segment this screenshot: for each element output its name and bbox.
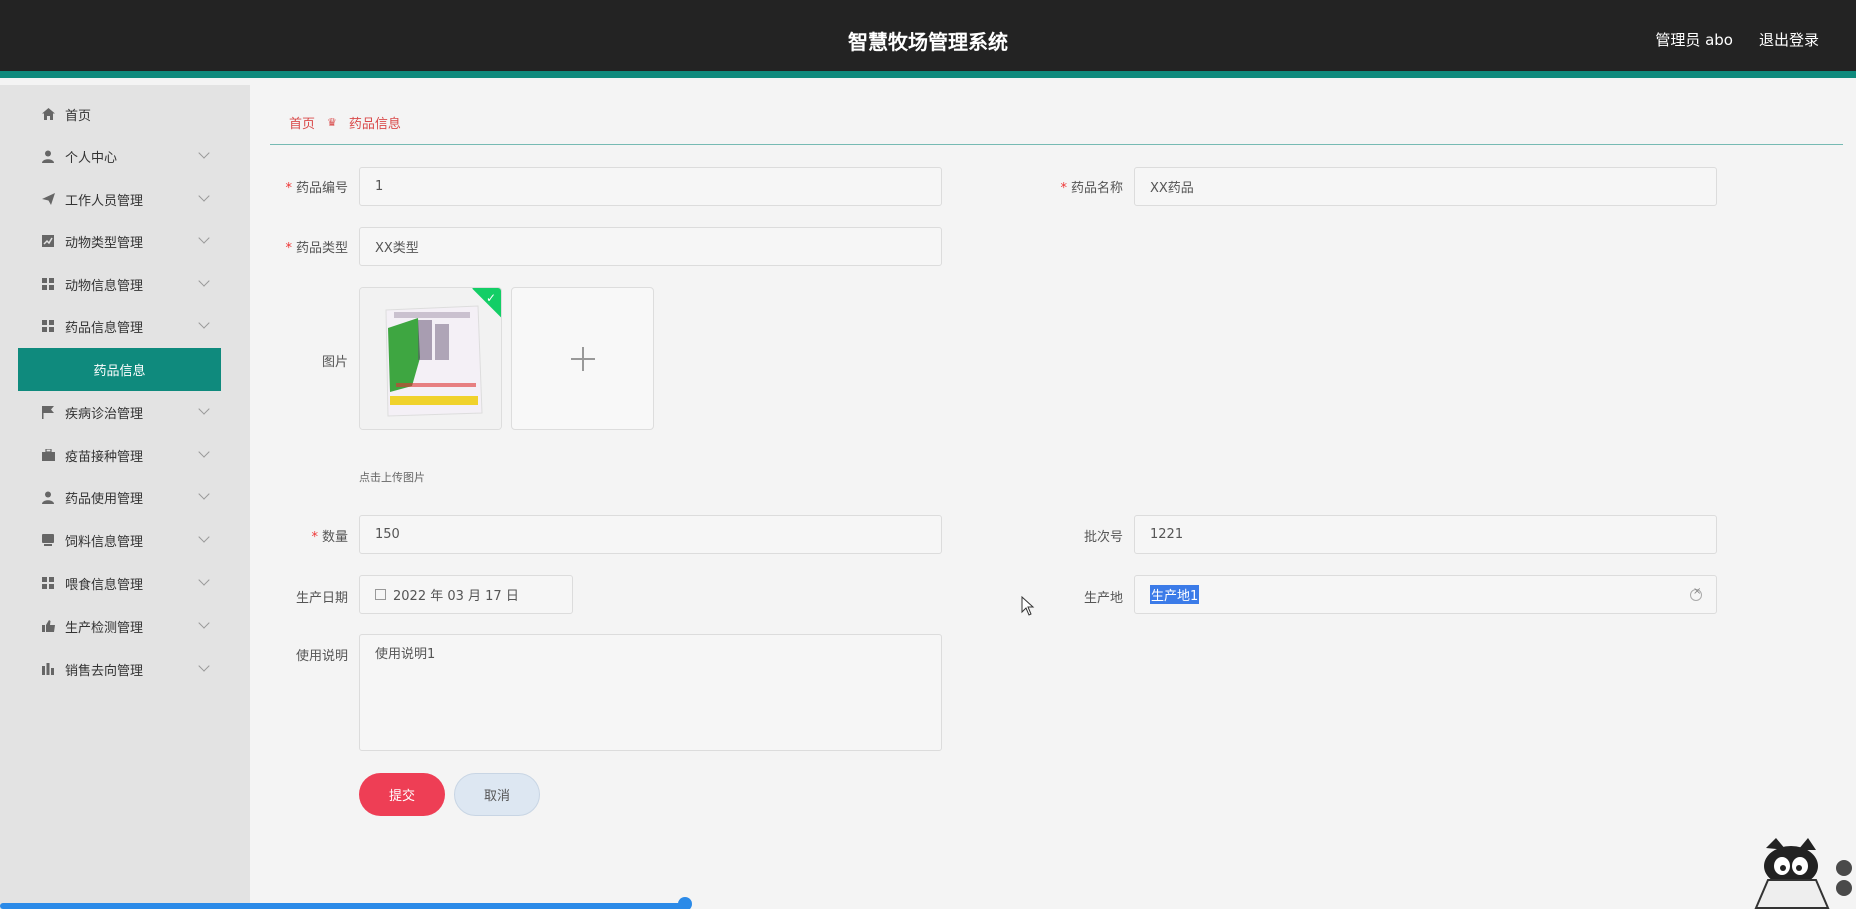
sidebar-item-label: 饲料信息管理 — [65, 534, 144, 550]
user-icon — [41, 490, 55, 504]
sidebar-item-label: 药品信息管理 — [65, 320, 144, 336]
sidebar-item-label: 个人中心 — [65, 150, 118, 166]
medicine-box-image — [360, 288, 501, 429]
scroll-progress-handle[interactable] — [678, 897, 692, 909]
chevron-down-icon — [198, 660, 210, 672]
flag-icon — [41, 405, 55, 419]
sidebar-item-label: 首页 — [65, 108, 92, 124]
top-bar: 智慧牧场管理系统 管理员 abo 退出登录 — [0, 0, 1856, 78]
user-icon — [41, 149, 55, 163]
date-label: 生产日期 — [295, 591, 348, 606]
chevron-down-icon — [198, 232, 210, 244]
check-icon: ✓ — [485, 291, 496, 305]
chevron-down-icon — [198, 403, 210, 415]
sidebar-item-animal-type[interactable]: 动物类型管理 — [0, 220, 250, 262]
qty-label: * 数量 — [311, 530, 348, 545]
code-input[interactable]: 1 — [359, 167, 942, 206]
briefcase-icon — [41, 448, 55, 462]
origin-value: 生产地1 — [1150, 585, 1200, 604]
submit-button[interactable]: 提交 — [359, 773, 445, 816]
grid-icon — [41, 277, 55, 291]
plus-icon — [570, 346, 595, 371]
type-input[interactable]: XX类型 — [359, 227, 942, 266]
mouse-cursor-icon — [1021, 596, 1035, 616]
name-label: * 药品名称 — [1060, 181, 1123, 196]
sidebar-item-label: 动物信息管理 — [65, 278, 144, 294]
sidebar-item-label: 销售去向管理 — [65, 663, 144, 679]
chevron-down-icon — [198, 190, 210, 202]
grid-icon — [41, 319, 55, 333]
qty-input[interactable]: 150 — [359, 515, 942, 554]
home-icon — [41, 107, 55, 121]
thumb-icon — [41, 619, 55, 633]
admin-user: 管理员 abo — [1655, 31, 1733, 49]
code-label: * 药品编号 — [285, 181, 348, 196]
upload-button[interactable] — [511, 287, 654, 430]
mascot-cat-icon — [1754, 838, 1852, 909]
image-label: 图片 — [321, 355, 348, 370]
origin-input[interactable]: 生产地1 — [1134, 575, 1717, 614]
chevron-down-icon — [198, 488, 210, 500]
usage-label: 使用说明 — [295, 649, 348, 664]
sidebar-item-disease[interactable]: 疾病诊治管理 — [0, 391, 250, 433]
breadcrumb-home[interactable]: 首页 — [289, 113, 315, 132]
sidebar-item-label: 动物类型管理 — [65, 235, 144, 251]
sidebar-item-animal-info[interactable]: 动物信息管理 — [0, 263, 250, 305]
sidebar-subitem-medicine[interactable]: 药品信息 — [18, 348, 221, 391]
required-mark: * — [1060, 181, 1067, 196]
calendar-icon — [375, 589, 386, 600]
chevron-down-icon — [198, 617, 210, 629]
app-title: 智慧牧场管理系统 — [848, 30, 1008, 54]
breadcrumb-current: 药品信息 — [348, 117, 401, 132]
sidebar-item-label: 喂食信息管理 — [65, 577, 144, 593]
sidebar-item-vaccine[interactable]: 疫苗接种管理 — [0, 434, 250, 476]
date-value: 2022 年 03 月 17 日 — [393, 589, 519, 604]
breadcrumb-separator-icon: ♛ — [327, 116, 337, 129]
chevron-down-icon — [198, 531, 210, 543]
chevron-down-icon — [198, 275, 210, 287]
sidebar-item-feed[interactable]: 饲料信息管理 — [0, 519, 250, 561]
logout-link[interactable]: 退出登录 — [1759, 29, 1819, 50]
breadcrumb-divider — [270, 144, 1843, 145]
sidebar-item-label: 药品使用管理 — [65, 491, 144, 507]
required-mark: * — [285, 181, 292, 196]
chevron-down-icon — [198, 147, 210, 159]
sidebar-item-medicine-info[interactable]: 药品信息管理 — [0, 305, 250, 347]
chevron-down-icon — [198, 446, 210, 458]
sidebar-item-feeding[interactable]: 喂食信息管理 — [0, 562, 250, 604]
usage-textarea[interactable]: 使用说明1 — [359, 634, 942, 751]
scroll-progress-bar[interactable] — [0, 903, 688, 909]
clear-icon[interactable] — [1690, 586, 1702, 601]
date-picker[interactable]: 2022 年 03 月 17 日 — [359, 575, 573, 614]
batch-label: 批次号 — [1083, 530, 1123, 545]
sidebar-item-personal-center[interactable]: 个人中心 — [0, 135, 250, 177]
sidebar-item-production-test[interactable]: 生产检测管理 — [0, 605, 250, 647]
send-icon — [41, 192, 55, 206]
required-mark: * — [311, 530, 318, 545]
sidebar-item-label: 疾病诊治管理 — [65, 406, 144, 422]
box-icon — [41, 533, 55, 547]
chevron-down-icon — [198, 317, 210, 329]
chart-icon — [41, 234, 55, 248]
grid-icon — [41, 576, 55, 590]
type-label: * 药品类型 — [285, 241, 348, 256]
sidebar-item-label: 生产检测管理 — [65, 620, 144, 636]
sidebar-item-sales[interactable]: 销售去向管理 — [0, 648, 250, 690]
sidebar-item-label: 工作人员管理 — [65, 193, 144, 209]
chevron-down-icon — [198, 574, 210, 586]
uploaded-image[interactable]: ✓ — [359, 287, 502, 430]
sidebar-item-label: 疫苗接种管理 — [65, 449, 144, 465]
sidebar-item-staff[interactable]: 工作人员管理 — [0, 178, 250, 220]
batch-input[interactable]: 1221 — [1134, 515, 1717, 554]
bar-icon — [41, 662, 55, 676]
cancel-button[interactable]: 取消 — [454, 773, 540, 816]
sidebar-item-home[interactable]: 首页 — [0, 93, 250, 135]
breadcrumb: 首页 ♛ 药品信息 — [289, 113, 401, 132]
name-input[interactable]: XX药品 — [1134, 167, 1717, 206]
sidebar-item-medicine-use[interactable]: 药品使用管理 — [0, 476, 250, 518]
required-mark: * — [285, 241, 292, 256]
upload-hint: 点击上传图片 — [359, 471, 425, 484]
